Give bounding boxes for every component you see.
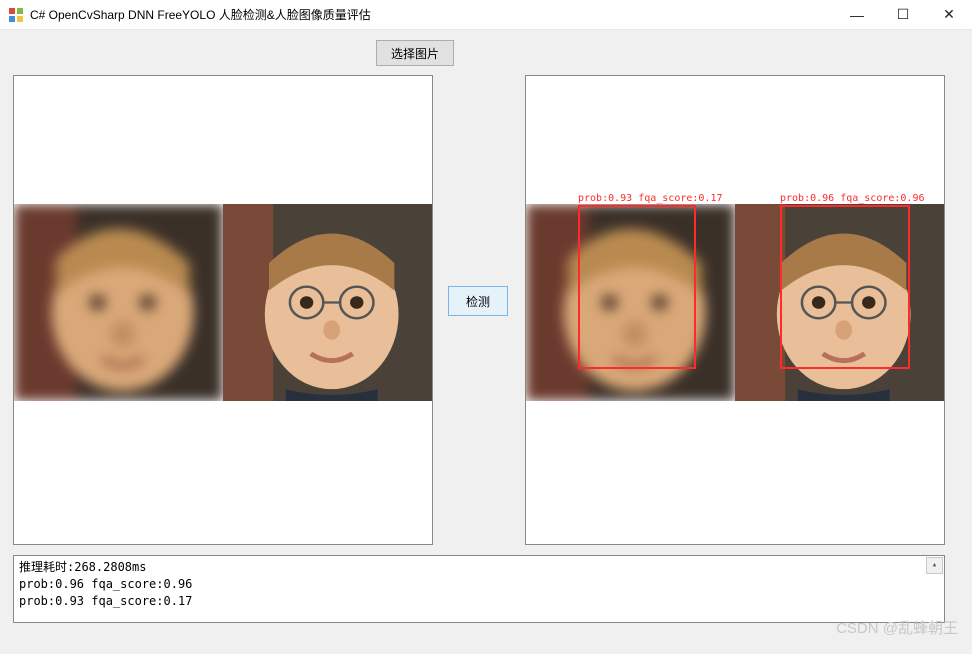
- window-title: C# OpenCvSharp DNN FreeYOLO 人脸检测&人脸图像质量评…: [30, 6, 834, 23]
- detection-label-right: prob:0.96 fqa_score:0.96: [780, 193, 925, 204]
- output-image: prob:0.93 fqa_score:0.17 prob:0.96 fqa_s…: [526, 204, 944, 401]
- maximize-button[interactable]: ☐: [880, 0, 926, 29]
- input-face-right: [223, 204, 432, 401]
- detection-label-left: prob:0.93 fqa_score:0.17: [578, 193, 723, 204]
- output-face-right: [735, 204, 944, 401]
- output-face-left: [526, 204, 735, 401]
- input-face-left: [14, 204, 223, 401]
- output-picturebox: prob:0.93 fqa_score:0.17 prob:0.96 fqa_s…: [525, 75, 945, 545]
- app-icon: [8, 7, 24, 23]
- output-line: prob:0.93 fqa_score:0.17: [19, 594, 192, 608]
- detect-button[interactable]: 检测: [448, 286, 508, 316]
- output-line: 推理耗时:268.2808ms: [19, 560, 146, 574]
- output-textbox[interactable]: 推理耗时:268.2808ms prob:0.96 fqa_score:0.96…: [13, 555, 945, 623]
- scroll-up-button[interactable]: ▴: [926, 557, 943, 574]
- client-area: 选择图片: [0, 30, 972, 654]
- titlebar: C# OpenCvSharp DNN FreeYOLO 人脸检测&人脸图像质量评…: [0, 0, 972, 30]
- select-image-button[interactable]: 选择图片: [376, 40, 454, 66]
- window-controls: — ☐ ✕: [834, 0, 972, 29]
- output-line: prob:0.96 fqa_score:0.96: [19, 577, 192, 591]
- input-image: [14, 204, 432, 401]
- input-picturebox: [13, 75, 433, 545]
- minimize-button[interactable]: —: [834, 0, 880, 29]
- close-button[interactable]: ✕: [926, 0, 972, 29]
